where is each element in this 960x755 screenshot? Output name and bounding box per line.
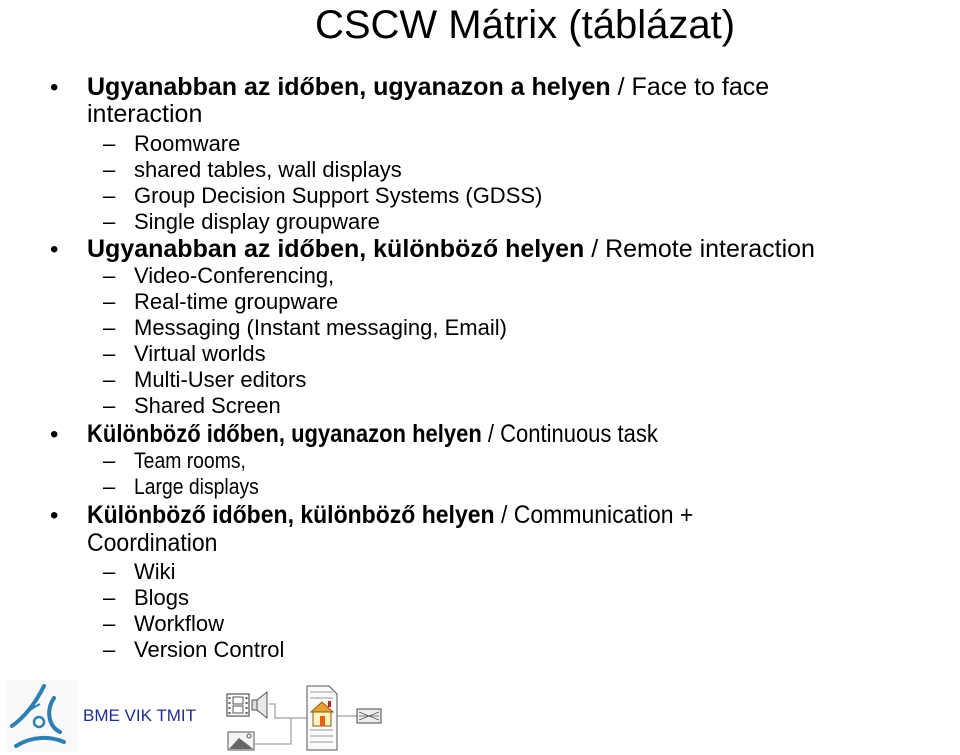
dash: –: [103, 474, 116, 499]
bullet: •: [50, 74, 59, 101]
dash: –: [103, 393, 116, 418]
dash: –: [103, 585, 116, 610]
section-heading-continuation: Coordination: [87, 529, 218, 557]
dash: –: [103, 367, 116, 392]
section-heading-bold: Ugyanabban az időben, ugyanazon a helyen: [87, 73, 611, 101]
list-item: Video-Conferencing,: [134, 263, 335, 288]
bullet: •: [50, 236, 59, 263]
bme-logo-icon: [6, 680, 78, 752]
section-heading-continuation: interaction: [87, 100, 203, 128]
dash: –: [103, 341, 116, 366]
dash: –: [103, 263, 116, 288]
multimedia-document-icon: [226, 685, 382, 751]
org-name: BME VIK TMIT: [83, 706, 197, 725]
list-item: Real-time groupware: [134, 289, 339, 314]
list-item: Shared Screen: [134, 393, 281, 418]
section-heading-bold: Ugyanabban az időben, különböző helyen: [87, 235, 585, 263]
list-item: Team rooms,: [134, 448, 246, 473]
section-heading-normal: / Communication +: [494, 501, 694, 529]
section-heading-bold: Különböző időben, különböző helyen: [87, 501, 495, 529]
section-heading-normal: / Face to face: [610, 73, 770, 101]
list-item: Single display groupware: [134, 209, 380, 234]
list-item: Virtual worlds: [134, 341, 266, 366]
list-item: Large displays: [134, 474, 259, 499]
list-item: Version Control: [134, 637, 285, 662]
dash: –: [103, 131, 116, 156]
list-item: Wiki: [134, 559, 176, 584]
list-item: Group Decision Support Systems (GDSS): [134, 183, 543, 208]
section-heading-bold: Különböző időben, ugyanazon helyen: [87, 420, 482, 448]
section-heading: Különböző időben, különböző helyen / Com…: [87, 502, 693, 529]
section-heading-normal: / Continuous task: [481, 420, 658, 448]
image-icon: [227, 731, 255, 751]
dash: –: [103, 157, 116, 182]
dash: –: [103, 315, 116, 340]
list-item: Blogs: [134, 585, 190, 610]
dash: –: [103, 611, 116, 636]
slide-title: CSCW Mátrix (táblázat): [314, 3, 736, 47]
dash: –: [103, 637, 116, 662]
film-icon: [226, 693, 250, 717]
list-item: shared tables, wall displays: [134, 157, 402, 182]
list-item: Multi-User editors: [134, 367, 307, 392]
text-snippet-icon: [356, 708, 382, 724]
section-heading: Különböző időben, ugyanazon helyen / Con…: [87, 421, 658, 448]
section-heading: Ugyanabban az időben, ugyanazon a helyen…: [87, 74, 769, 101]
dash: –: [103, 209, 116, 234]
dash: –: [103, 183, 116, 208]
slide-footer: BME VIK TMIT: [0, 678, 400, 755]
dash: –: [103, 559, 116, 584]
list-item: Workflow: [134, 611, 225, 636]
list-item: Messaging (Instant messaging, Email): [134, 315, 507, 340]
section-heading: Ugyanabban az időben, különböző helyen /…: [87, 236, 815, 263]
section-heading-normal: / Remote interaction: [584, 235, 815, 263]
speaker-icon: [251, 690, 268, 720]
dash: –: [103, 289, 116, 314]
list-item: Roomware: [134, 131, 241, 156]
dash: –: [103, 448, 116, 473]
bullet: •: [50, 421, 59, 448]
bullet: •: [50, 502, 59, 529]
